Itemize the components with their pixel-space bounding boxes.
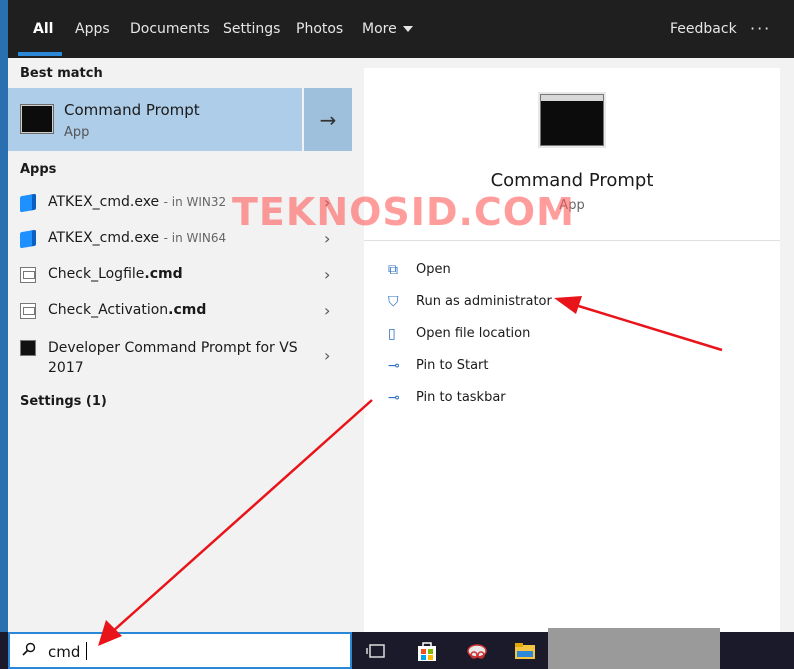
- script-icon: [20, 267, 36, 283]
- command-prompt-icon: [540, 94, 604, 146]
- app-name: Developer Command Prompt for VS 2017: [48, 338, 298, 378]
- app-extension: .cmd: [144, 266, 183, 282]
- app-title: ATKEX_cmd.exe: [48, 194, 160, 210]
- terminal-icon: [20, 340, 36, 356]
- pin-icon: ⊸: [388, 358, 400, 374]
- search-icon: [22, 642, 36, 656]
- script-icon: [20, 303, 36, 319]
- app-name: Check_Logfile.cmd: [48, 266, 183, 282]
- app-title: Check_Logfile: [48, 266, 145, 282]
- tab-more-label: More: [362, 21, 397, 37]
- app-title-line2: 2017: [48, 360, 84, 376]
- app-location: - in WIN64: [163, 231, 227, 245]
- app-extension: .cmd: [168, 302, 207, 318]
- text-caret: [86, 642, 87, 660]
- chevron-right-icon[interactable]: ›: [324, 346, 330, 365]
- best-match-title: Command Prompt: [64, 101, 200, 119]
- search-value: cmd: [48, 643, 81, 661]
- list-item[interactable]: Check_Activation.cmd ›: [8, 293, 352, 329]
- action-label: Pin to Start: [416, 358, 489, 373]
- tab-more[interactable]: More: [362, 0, 413, 58]
- action-label: Open file location: [416, 326, 531, 341]
- shield-icon: ⛉: [388, 294, 399, 310]
- feedback-link[interactable]: Feedback: [670, 0, 737, 58]
- watermark: TEKNOSID.COM: [232, 190, 575, 234]
- app-name: ATKEX_cmd.exe - in WIN32: [48, 194, 226, 210]
- divider: [364, 240, 780, 241]
- list-item[interactable]: Check_Logfile.cmd ›: [8, 257, 352, 293]
- apps-heading: Apps: [20, 162, 57, 177]
- open-icon: ⧉: [388, 262, 398, 278]
- app-title: ATKEX_cmd.exe: [48, 230, 160, 246]
- app-title-line1: Developer Command Prompt for VS: [48, 340, 298, 356]
- pin-icon: ⊸: [388, 390, 400, 406]
- chevron-right-icon[interactable]: ›: [324, 301, 330, 320]
- action-label: Pin to taskbar: [416, 390, 506, 405]
- task-view-icon[interactable]: [366, 640, 388, 662]
- open-details-button[interactable]: →: [304, 88, 352, 151]
- search-input[interactable]: cmd: [8, 632, 352, 669]
- best-match-heading: Best match: [20, 66, 103, 81]
- cube-icon: [20, 193, 36, 213]
- chevron-right-icon[interactable]: ›: [324, 265, 330, 284]
- best-match-subtitle: App: [64, 125, 90, 140]
- action-label: Run as administrator: [416, 294, 552, 309]
- best-match-item[interactable]: Command Prompt App: [8, 88, 302, 151]
- action-label: Open: [416, 262, 451, 277]
- taskbar-running-app[interactable]: [548, 628, 720, 669]
- tab-apps[interactable]: Apps: [75, 0, 110, 58]
- arrow-right-icon: →: [319, 107, 337, 132]
- app-name: Check_Activation.cmd: [48, 302, 206, 318]
- command-prompt-icon: [20, 104, 54, 134]
- app-name: ATKEX_cmd.exe - in WIN64: [48, 230, 226, 246]
- app-location: - in WIN32: [163, 195, 227, 209]
- details-pane: Command Prompt App ⧉ Open ⛉ Run as admin…: [364, 68, 780, 632]
- cube-icon: [20, 229, 36, 249]
- more-options-icon[interactable]: ···: [750, 0, 771, 58]
- tab-photos[interactable]: Photos: [296, 0, 343, 58]
- app-title: Check_Activation: [48, 302, 169, 318]
- active-tab-indicator: [18, 52, 62, 56]
- store-icon[interactable]: [416, 640, 438, 662]
- tab-all[interactable]: All: [33, 0, 53, 58]
- tab-settings[interactable]: Settings: [223, 0, 280, 58]
- settings-heading[interactable]: Settings (1): [20, 394, 107, 409]
- list-item[interactable]: Developer Command Prompt for VS 2017 ›: [8, 332, 352, 380]
- file-explorer-icon[interactable]: [514, 640, 536, 662]
- details-title: Command Prompt: [490, 170, 654, 191]
- snipping-tool-icon[interactable]: [466, 640, 488, 662]
- folder-location-icon: ▯: [388, 326, 396, 342]
- tab-documents[interactable]: Documents: [130, 0, 210, 58]
- chevron-down-icon: [402, 26, 413, 32]
